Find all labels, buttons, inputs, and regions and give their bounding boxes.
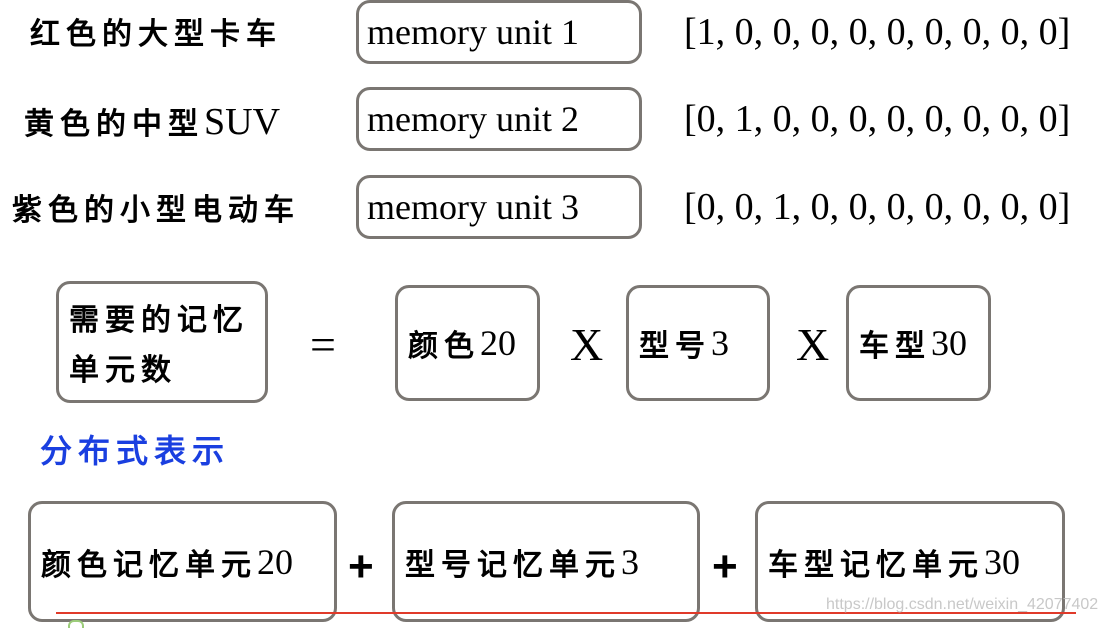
vector-row-3: [0, 0, 1, 0, 0, 0, 0, 0, 0, 0] (684, 186, 1071, 228)
row3-description: 紫色的小型电动车 (12, 193, 300, 228)
memory-unit-3-box: memory unit 3 (356, 175, 642, 239)
term-vehicle-type-text: 车型记忆单元 (768, 547, 984, 583)
factor-color-text: 颜色 (408, 329, 480, 364)
distributed-representation-title: 分布式表示 (40, 432, 231, 470)
memory-unit-3-label: memory unit 3 (367, 187, 579, 227)
term-color-memory-box: 颜色记忆单元 20 (28, 501, 337, 622)
vector-row-2: [0, 1, 0, 0, 0, 0, 0, 0, 0, 0] (684, 98, 1071, 140)
plus-sign-1: + (348, 542, 374, 591)
term-color-text: 颜色记忆单元 (41, 547, 257, 583)
factor-model-box: 型号 3 (626, 285, 770, 401)
row1-description: 红色的大型卡车 (30, 17, 282, 52)
factor-vehicle-type-num: 30 (931, 323, 967, 363)
watermark: https://blog.csdn.net/weixin_42077402 (826, 596, 1099, 613)
factor-vehicle-type-text: 车型 (859, 329, 931, 364)
term-model-num: 3 (621, 541, 639, 582)
term-model-memory-box: 型号记忆单元 3 (392, 501, 700, 622)
factor-color-num: 20 (480, 323, 516, 363)
term-model-text: 型号记忆单元 (405, 547, 621, 583)
lhs-line-1: 需要的记忆 (69, 303, 249, 338)
row2-description-cn: 黄色的中型 (24, 107, 204, 142)
plus-sign-2: + (712, 542, 738, 591)
lhs-line-2: 单元数 (69, 353, 177, 388)
equals-sign: = (310, 319, 336, 370)
term-vehicle-type-num: 30 (984, 541, 1020, 582)
memory-unit-2-label: memory unit 2 (367, 99, 579, 139)
term-color-num: 20 (257, 541, 293, 582)
row2-description: 黄色的中型SUV (24, 101, 281, 143)
required-memory-units-box: 需要的记忆 单元数 (56, 281, 268, 403)
factor-vehicle-type-box: 车型 30 (846, 285, 991, 401)
memory-unit-1-label: memory unit 1 (367, 12, 579, 52)
factor-model-num: 3 (711, 323, 729, 363)
memory-unit-2-box: memory unit 2 (356, 87, 642, 151)
green-mark-icon (68, 620, 84, 628)
vector-row-1: [1, 0, 0, 0, 0, 0, 0, 0, 0, 0] (684, 11, 1071, 53)
times-sign-2: X (796, 319, 830, 370)
memory-unit-1-box: memory unit 1 (356, 0, 642, 64)
row2-description-en: SUV (204, 101, 281, 143)
times-sign-1: X (570, 319, 604, 370)
factor-color-box: 颜色 20 (395, 285, 540, 401)
factor-model-text: 型号 (639, 329, 711, 364)
